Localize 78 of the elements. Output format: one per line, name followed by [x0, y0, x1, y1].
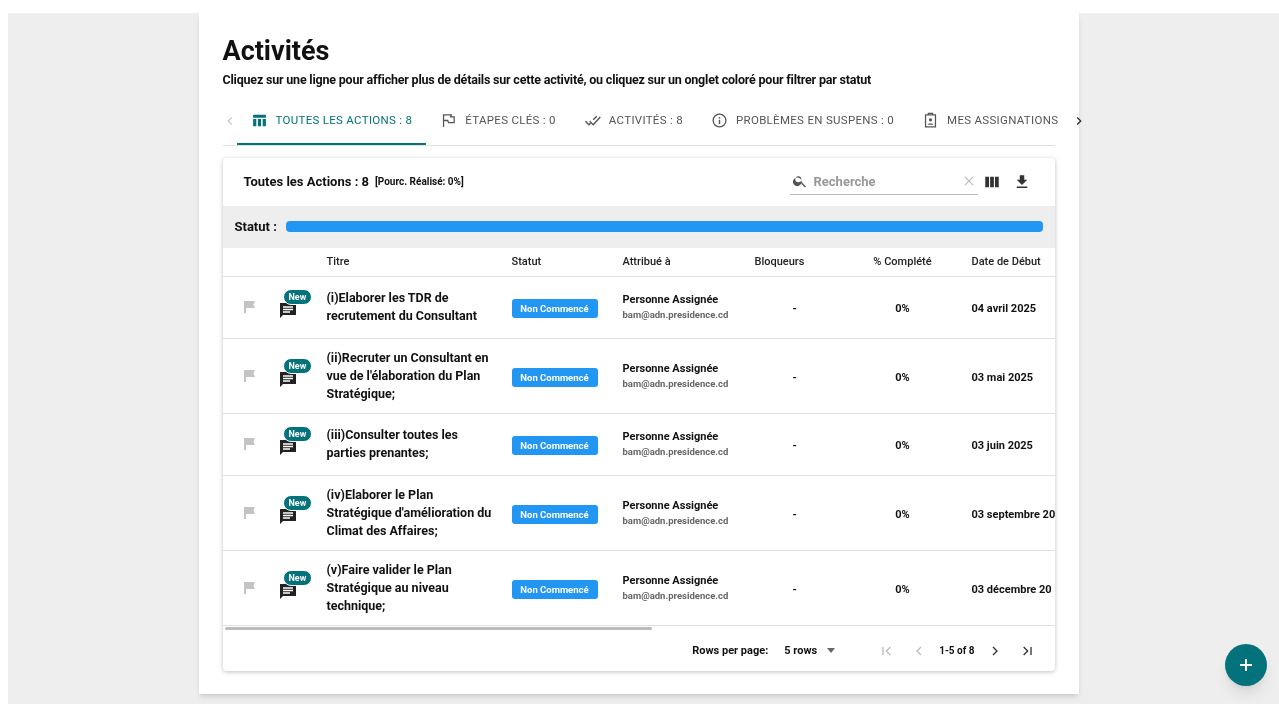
plus-icon [1239, 658, 1253, 672]
table-cell: 03 septembre 20 [971, 507, 1055, 521]
status-badge: Non Commencé [511, 504, 598, 524]
column-header[interactable]: Titre [326, 254, 350, 268]
assignee-name: Personne Assignée [622, 497, 720, 514]
row-title: (iii)Consulter toutes les parties prenantes; [326, 426, 459, 463]
table-cell: - [792, 582, 797, 596]
table-row[interactable]: New (ii)Recruter un Consultant en vue de l'élaboration du Plan Stratégique; Non Commencé Personne Assignée bam@adn.presidence.cd - 0% 03 mai 2025 [222, 338, 1055, 414]
table-cell: - [792, 507, 797, 521]
table-cell: - [792, 370, 797, 384]
assignee-name: Personne Assignée [622, 292, 720, 309]
status-label: Statut : [234, 218, 277, 236]
assignee-email: bam@adn.presidence.cd [622, 376, 730, 391]
table-cell: - [792, 439, 797, 453]
status-badge: Non Commencé [511, 579, 598, 599]
table-cell: 0% [895, 439, 910, 453]
table-row[interactable]: New (iv)Elaborer le Plan Stratégique d'amélioration du Climat des Affaires; Non Commencé Personne Assignée bam@adn.presidence.cd - 0% 03 septembre 20 [222, 475, 1055, 551]
new-badge: New [282, 289, 313, 306]
new-badge: New [282, 494, 313, 511]
row-title: (ii)Recruter un Consultant en vue de l'élaboration du Plan Stratégique; [326, 348, 490, 403]
tab[interactable]: TOUTES LES ACTIONS : 8 [236, 97, 427, 145]
search-field[interactable]: Recherche [813, 171, 962, 191]
column-header[interactable]: Bloqueurs [754, 254, 805, 268]
assignee-email: bam@adn.presidence.cd [622, 513, 730, 528]
tab[interactable]: MES ASSIGNATIONS [908, 97, 1073, 145]
table-cell: 03 juin 2025 [971, 439, 1033, 453]
rows-per-page-select[interactable]: 5 rows [784, 642, 836, 659]
new-badge: New [282, 426, 313, 443]
tab[interactable]: ACTIVITÉS : 8 [569, 97, 697, 145]
flag-icon [440, 111, 458, 129]
table-row[interactable]: New (i)Elaborer les TDR de recrutement du Consultant Non Commencé Personne Assignée bam@adn.presidence.cd - 0% 04 avril 2025 [222, 276, 1055, 339]
table-cell: 0% [895, 582, 910, 596]
status-badge: Non Commencé [511, 436, 598, 456]
table-row[interactable]: New (v)Faire valider le Plan Stratégique au niveau technique; Non Commencé Personne Assignée bam@adn.presidence.cd - 0% 03 décembre 20 [222, 550, 1055, 626]
assignee-email: bam@adn.presidence.cd [622, 445, 730, 460]
completion-summary: [Pourc. Réalisé: 0%] [375, 175, 464, 190]
assignee-email: bam@adn.presidence.cd [622, 308, 730, 323]
comment-icon[interactable] [278, 507, 297, 526]
page-subtitle: Cliquez sur une ligne pour afficher plus de détails sur cette activité, ou cliquez sur un onglet coloré pour filtrer par statut [222, 71, 873, 89]
table-cell: 03 décembre 20 [971, 582, 1052, 596]
page-range: 1-5 of 8 [939, 644, 975, 659]
comment-icon[interactable] [278, 582, 297, 601]
row-title: (iv)Elaborer le Plan Stratégique d'amélioration du Climat des Affaires; [326, 485, 493, 540]
row-title: (v)Faire valider le Plan Stratégique au niveau technique; [326, 560, 453, 615]
rows-per-page-label: Rows per page: [692, 642, 769, 659]
column-header[interactable]: Statut [511, 254, 542, 268]
comment-icon[interactable] [278, 302, 297, 321]
table-cell: 0% [895, 507, 910, 521]
add-button[interactable] [1225, 644, 1267, 686]
tab[interactable]: ÉTAPES CLÉS : 0 [426, 97, 570, 145]
comment-icon[interactable] [278, 370, 297, 389]
page-title: Activités [222, 35, 331, 67]
caret-icon [827, 648, 836, 654]
horizontal-scrollbar[interactable] [224, 626, 652, 630]
row-title: (i)Elaborer les TDR de recrutement du Consultant [326, 289, 478, 326]
new-badge: New [282, 357, 313, 374]
table-title: Toutes les Actions : 8 [243, 173, 369, 191]
table-cell: 04 avril 2025 [971, 302, 1037, 316]
new-badge: New [282, 569, 313, 586]
status-badge: Non Commencé [511, 367, 598, 387]
comment-icon[interactable] [278, 439, 297, 458]
table-cell: 0% [895, 302, 910, 316]
status-bar[interactable] [285, 221, 1043, 233]
assignee-email: bam@adn.presidence.cd [622, 588, 730, 603]
table-cell: - [792, 302, 797, 316]
table-cell: 03 mai 2025 [971, 370, 1034, 384]
search-icon [791, 173, 808, 190]
assignee-name: Personne Assignée [622, 360, 720, 377]
tab[interactable]: PROBLÈMES EN SUSPENS : 0 [697, 97, 909, 145]
info-icon [711, 111, 728, 129]
column-header[interactable]: Attribué à [622, 254, 671, 268]
column-header[interactable]: Date de Début [971, 254, 1041, 268]
table-row[interactable]: New (iii)Consulter toutes les parties prenantes; Non Commencé Personne Assignée bam@adn.presidence.cd - 0% 03 juin 2025 [222, 413, 1055, 476]
table-cell: 0% [895, 370, 910, 384]
column-header[interactable]: % Complété [873, 254, 932, 268]
assignee-name: Personne Assignée [622, 572, 720, 589]
assignee-name: Personne Assignée [622, 429, 720, 446]
status-badge: Non Commencé [511, 299, 598, 319]
